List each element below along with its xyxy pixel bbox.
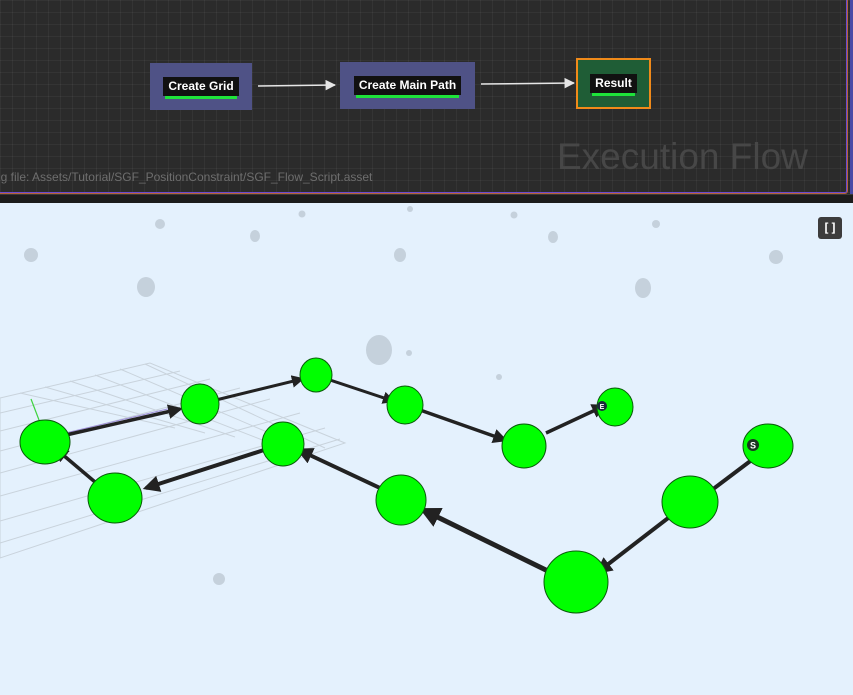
scene-view[interactable]: S E [] xyxy=(0,203,853,695)
path-node xyxy=(299,357,333,393)
path-node xyxy=(87,472,143,524)
arrow-11 xyxy=(545,404,607,435)
scene-canvas[interactable]: S E xyxy=(0,203,853,695)
path-node xyxy=(501,423,547,469)
edge-path-to-result xyxy=(480,77,576,89)
end-marker-label: E xyxy=(600,404,605,411)
arrow-4 xyxy=(295,448,383,491)
create-main-path-node[interactable]: Create Main Path xyxy=(340,62,475,109)
path-nodes xyxy=(19,357,794,614)
result-node[interactable]: Result xyxy=(576,58,651,109)
flow-file-path-label: ng file: Assets/Tutorial/SGF_PositionCon… xyxy=(0,170,373,184)
result-node-label: Result xyxy=(590,74,637,96)
create-grid-node-label: Create Grid xyxy=(163,77,239,99)
path-node xyxy=(661,475,719,529)
create-grid-node[interactable]: Create Grid xyxy=(150,63,252,110)
arrow-7 xyxy=(65,404,183,437)
create-main-path-node-label: Create Main Path xyxy=(353,76,462,98)
path-node xyxy=(261,421,305,467)
arrow-2 xyxy=(595,510,678,575)
brackets-toggle-icon[interactable]: [] xyxy=(818,217,842,239)
arrow-8 xyxy=(215,375,305,402)
path-node xyxy=(180,383,220,425)
arrow-9 xyxy=(326,377,396,404)
start-marker-label: S xyxy=(750,441,756,451)
path-node xyxy=(386,385,424,425)
arrow-10 xyxy=(419,408,508,444)
path-node xyxy=(375,474,427,526)
panel-splitter[interactable] xyxy=(0,194,853,203)
path-node xyxy=(543,550,609,614)
end-marker: E xyxy=(597,401,607,411)
toggle-glyph: [] xyxy=(822,221,838,235)
execution-flow-panel[interactable]: Create Grid Create Main Path Result Exec… xyxy=(0,0,853,203)
path-node xyxy=(19,419,71,465)
edge-grid-to-path xyxy=(257,79,337,91)
arrow-3 xyxy=(419,507,554,576)
start-marker: S xyxy=(747,439,759,451)
arrow-5 xyxy=(142,448,265,492)
execution-flow-watermark: Execution Flow xyxy=(557,136,808,177)
axis-y-gizmo xyxy=(30,398,40,421)
